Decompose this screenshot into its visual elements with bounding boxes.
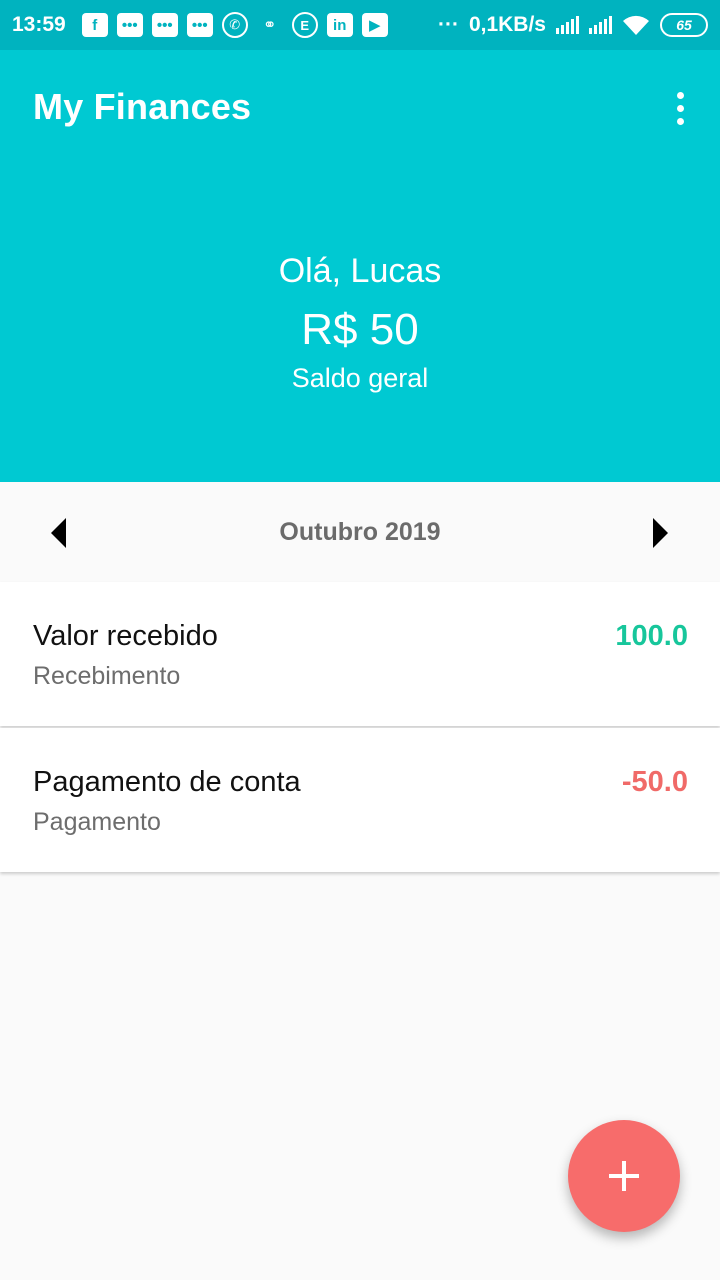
overflow-notifications-icon: ··· [437,13,459,36]
network-speed: 0,1KB/s [468,13,546,36]
app-title: My Finances [33,86,252,127]
status-time: 13:59 [12,13,66,36]
linkedin-icon: in [326,13,353,37]
status-left: 13:59 f ••• ••• ••• ✆ ⚭ E in ▶ [12,12,388,38]
e-icon: E [291,12,318,38]
status-bar: 13:59 f ••• ••• ••• ✆ ⚭ E in ▶ ··· 0,1KB… [0,0,720,50]
whatsapp-icon: ✆ [221,12,248,38]
signal-icon [589,16,612,34]
transaction-title: Pagamento de conta [33,766,301,798]
transaction-title: Valor recebido [33,620,218,652]
app-screen: 13:59 f ••• ••• ••• ✆ ⚭ E in ▶ ··· 0,1KB… [0,0,720,1280]
message-icon: ••• [186,13,213,37]
plus-icon [609,1161,639,1191]
transaction-category: Recebimento [33,662,181,690]
transaction-item[interactable]: Pagamento de conta Pagamento -50.0 [0,728,720,872]
transaction-amount: 100.0 [615,620,688,652]
message-icon: ••• [116,13,143,37]
header: My Finances Olá, Lucas R$ 50 Saldo geral [0,50,720,482]
notification-icons: f ••• ••• ••• ✆ ⚭ E in ▶ [81,12,388,38]
greeting: Olá, Lucas [278,252,442,290]
signal-icon [556,16,579,34]
month-selector: Outubro 2019 [0,482,720,582]
arrow-left-icon[interactable] [51,518,66,548]
transaction-item[interactable]: Valor recebido Recebimento 100.0 [0,582,720,726]
transaction-list: Valor recebido Recebimento 100.0 Pagamen… [0,582,720,874]
message-icon: ••• [151,13,178,37]
youtube-icon: ▶ [361,13,388,37]
status-right: ··· 0,1KB/s 65 [438,13,708,37]
month-label: Outubro 2019 [279,517,441,546]
add-transaction-button[interactable] [568,1120,680,1232]
wifi-icon [623,15,649,35]
transaction-category: Pagamento [33,808,161,836]
total-balance: R$ 50 [301,305,419,354]
battery-icon: 65 [660,13,708,37]
more-vert-icon[interactable] [664,86,696,130]
arrow-right-icon[interactable] [653,518,668,548]
balance-label: Saldo geral [291,363,429,393]
facebook-icon: f [81,13,108,37]
transaction-amount: -50.0 [621,766,688,798]
ring-icon: ⚭ [263,17,277,34]
